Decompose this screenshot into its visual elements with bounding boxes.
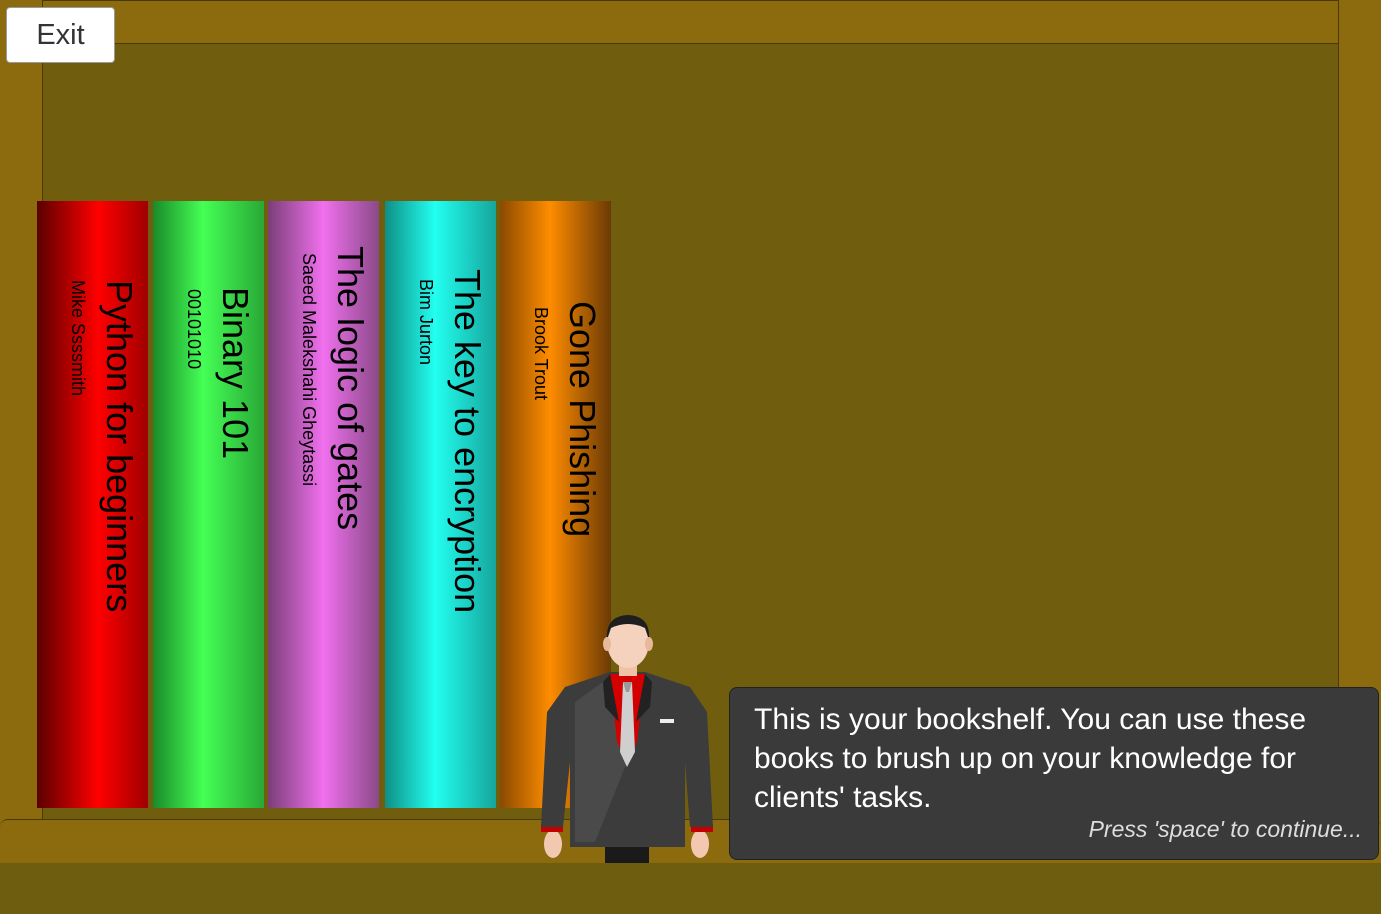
exit-button[interactable]: Exit	[6, 7, 115, 63]
book-python-for-beginners[interactable]: Python for beginners Mike Ssssmith	[37, 201, 148, 808]
book-the-logic-of-gates[interactable]: The logic of gates Saeed Malekshahi Ghey…	[268, 201, 379, 808]
dialog-box[interactable]: This is your bookshelf. You can use thes…	[729, 687, 1379, 860]
continue-hint: Press 'space' to continue...	[1088, 816, 1362, 842]
book-title: The key to encryption	[447, 269, 488, 614]
book-title: Python for beginners	[99, 280, 140, 613]
book-author: Mike Ssssmith	[68, 280, 88, 397]
mentor-character	[541, 615, 713, 863]
book-spine: The key to encryption Bim Jurton	[385, 201, 496, 808]
book-author: 00101010	[184, 289, 204, 370]
book-title: The logic of gates	[330, 246, 371, 531]
book-spine: The logic of gates Saeed Malekshahi Ghey…	[268, 201, 379, 808]
book-binary-101[interactable]: Binary 101 00101010	[153, 201, 264, 808]
shelf-frame-top	[0, 0, 1381, 44]
book-spine: Python for beginners Mike Ssssmith	[37, 201, 148, 808]
book-spine: Binary 101 00101010	[153, 201, 264, 808]
book-the-key-to-encryption[interactable]: The key to encryption Bim Jurton	[385, 201, 496, 808]
dialog-message: This is your bookshelf. You can use thes…	[754, 703, 1307, 814]
book-author: Saeed Malekshahi Gheytassi	[299, 253, 319, 487]
book-author: Bim Jurton	[416, 279, 436, 366]
book-title: Binary 101	[215, 287, 256, 460]
